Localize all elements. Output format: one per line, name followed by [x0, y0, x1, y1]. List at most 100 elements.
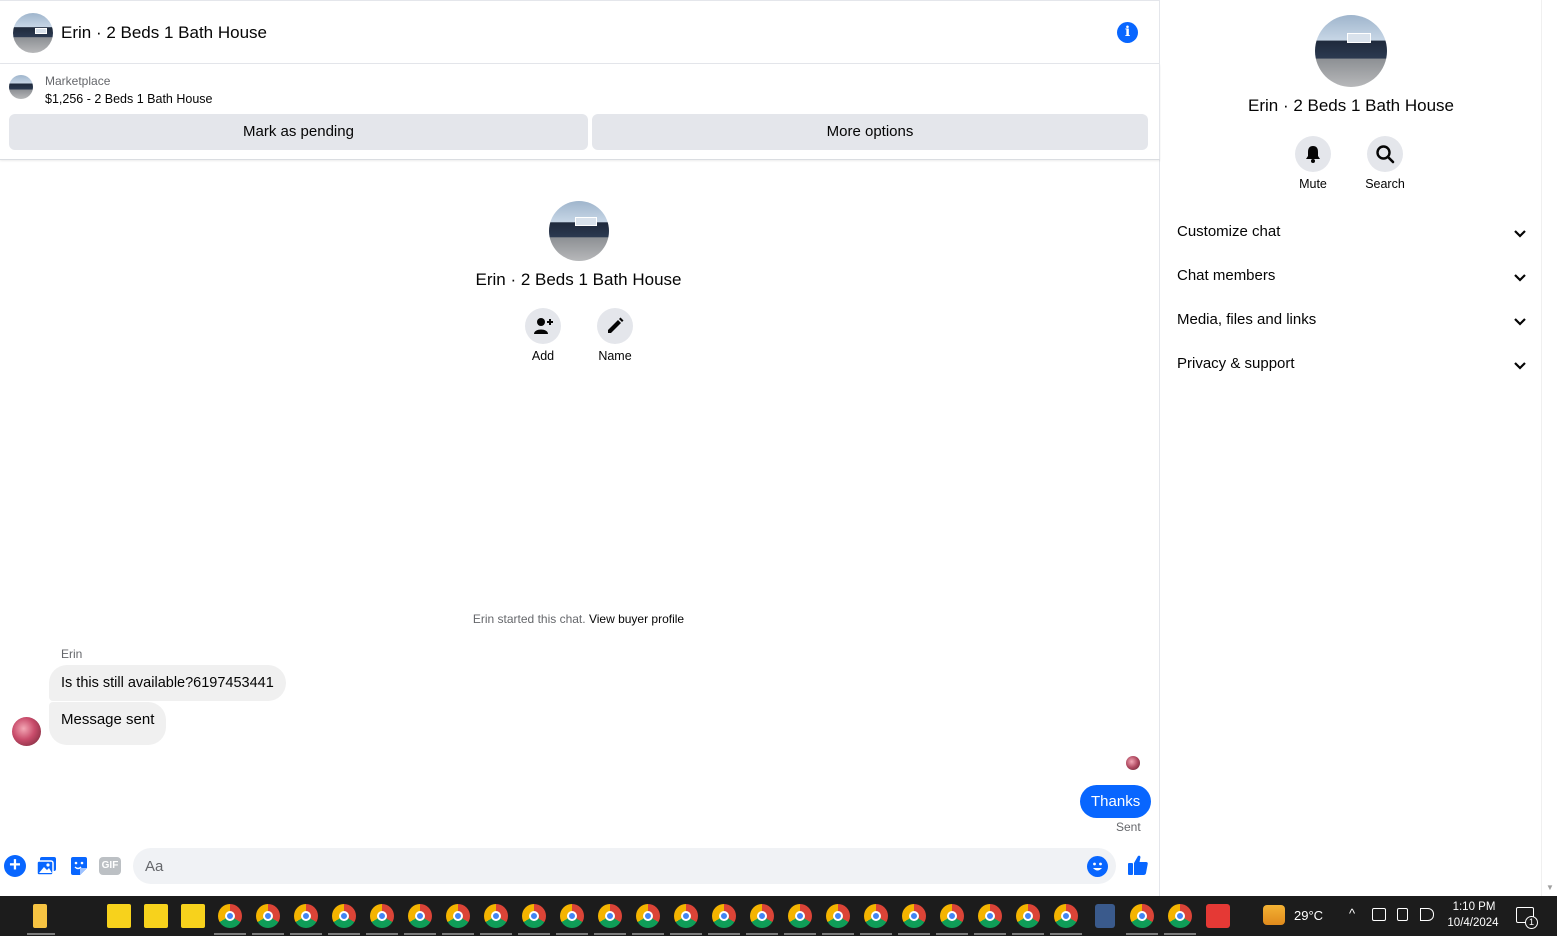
rename-button[interactable] [597, 308, 633, 344]
chrome-window-icon[interactable] [940, 904, 964, 928]
weather-icon[interactable] [1263, 905, 1285, 925]
plus-icon[interactable]: + [4, 855, 26, 877]
sent-status: Sent [1116, 820, 1141, 834]
chrome-window-icon[interactable] [826, 904, 850, 928]
privacy-support-section[interactable]: Privacy & support [1177, 346, 1527, 382]
listing-thumbnail[interactable] [9, 75, 33, 99]
section-label: Media, files and links [1177, 311, 1317, 328]
chrome-window-icon[interactable] [864, 904, 888, 928]
chrome-window-icon[interactable] [522, 904, 546, 928]
open-window-indicator [974, 933, 1006, 935]
emoji-icon[interactable] [1087, 856, 1108, 877]
open-window-indicator [1126, 933, 1158, 935]
scroll-down-arrow-icon[interactable]: ▼ [1546, 883, 1554, 892]
started-text: Erin started this chat. [472, 612, 586, 626]
chrome-window-icon[interactable] [446, 904, 470, 928]
open-window-indicator [252, 933, 284, 935]
sticky-notes-icon[interactable] [144, 904, 168, 928]
search-icon [1376, 145, 1395, 164]
open-window-indicator [1164, 933, 1196, 935]
conversation-title[interactable]: Erin · 2 Beds 1 Bath House [61, 23, 267, 43]
chat-header: Erin · 2 Beds 1 Bath House i [0, 0, 1160, 64]
page-scrollbar[interactable]: ▼ [1541, 0, 1557, 896]
open-window-indicator [822, 933, 854, 935]
mark-as-pending-button[interactable]: Mark as pending [9, 114, 588, 150]
chrome-window-icon[interactable] [1168, 904, 1192, 928]
media-files-links-section[interactable]: Media, files and links [1177, 302, 1527, 338]
chrome-window-icon[interactable] [560, 904, 584, 928]
like-icon[interactable] [1127, 854, 1149, 881]
file-explorer-icon[interactable] [33, 904, 47, 928]
outgoing-message[interactable]: Thanks [1080, 785, 1152, 818]
open-window-indicator [670, 933, 702, 935]
chevron-down-icon [1514, 274, 1526, 282]
active-indicator [27, 933, 55, 935]
sticky-notes-icon[interactable] [181, 904, 205, 928]
tray-overflow-chevron-icon[interactable]: ^ [1349, 906, 1355, 921]
incoming-message[interactable]: Message sent [49, 702, 167, 745]
mute-button[interactable] [1295, 136, 1331, 172]
chrome-window-icon[interactable] [788, 904, 812, 928]
chrome-window-icon[interactable] [1016, 904, 1040, 928]
weather-temperature[interactable]: 29°C [1294, 908, 1323, 923]
chrome-window-icon[interactable] [978, 904, 1002, 928]
customize-chat-section[interactable]: Customize chat [1177, 214, 1527, 250]
sticky-notes-icon[interactable] [107, 904, 131, 928]
battery-icon[interactable] [1397, 908, 1408, 921]
open-window-indicator [898, 933, 930, 935]
details-avatar[interactable] [1315, 15, 1387, 87]
more-options-button[interactable]: More options [592, 114, 1148, 150]
open-window-indicator [366, 933, 398, 935]
chevron-down-icon [1514, 230, 1526, 238]
chrome-window-icon[interactable] [332, 904, 356, 928]
sender-avatar[interactable] [12, 717, 41, 746]
info-icon[interactable]: i [1117, 22, 1138, 43]
name-label: Name [598, 349, 632, 363]
chrome-window-icon[interactable] [636, 904, 660, 928]
view-buyer-profile-link[interactable]: View buyer profile [589, 612, 684, 626]
open-window-indicator [1050, 933, 1082, 935]
chrome-window-icon[interactable] [598, 904, 622, 928]
volume-icon[interactable] [1420, 908, 1434, 921]
chrome-window-icon[interactable] [370, 904, 394, 928]
chrome-window-icon[interactable] [256, 904, 280, 928]
open-window-indicator [708, 933, 740, 935]
chrome-window-icon[interactable] [902, 904, 926, 928]
clock-date[interactable]: 10/4/2024 [1443, 917, 1503, 929]
bell-icon [1306, 146, 1320, 163]
open-window-indicator [214, 933, 246, 935]
thread-avatar[interactable] [549, 201, 609, 261]
message-input[interactable] [133, 848, 1116, 884]
notification-count-badge: 1 [1525, 916, 1538, 929]
listing-title[interactable]: $1,256 - 2 Beds 1 Bath House [45, 92, 212, 106]
chrome-window-icon[interactable] [218, 904, 242, 928]
app-icon[interactable] [1095, 904, 1115, 928]
app-icon[interactable] [1206, 904, 1230, 928]
windows-taskbar: 29°C ^ 1:10 PM 10/4/2024 1 [0, 896, 1557, 936]
chevron-down-icon [1514, 362, 1526, 370]
chrome-window-icon[interactable] [750, 904, 774, 928]
chrome-window-icon[interactable] [1130, 904, 1154, 928]
chrome-window-icon[interactable] [484, 904, 508, 928]
chat-members-section[interactable]: Chat members [1177, 258, 1527, 294]
chrome-window-icon[interactable] [1054, 904, 1078, 928]
chrome-window-icon[interactable] [408, 904, 432, 928]
message-composer: + GIF [0, 846, 1160, 886]
seen-indicator-avatar [1126, 756, 1140, 770]
incoming-message[interactable]: Is this still available?6197453441 [49, 665, 286, 701]
chrome-window-icon[interactable] [294, 904, 318, 928]
sticker-icon[interactable] [68, 855, 90, 877]
clock-time[interactable]: 1:10 PM [1448, 901, 1500, 913]
section-label: Privacy & support [1177, 355, 1295, 372]
chrome-window-icon[interactable] [674, 904, 698, 928]
network-icon[interactable] [1372, 908, 1386, 921]
listing-source: Marketplace [45, 74, 111, 88]
search-button[interactable] [1367, 136, 1403, 172]
open-window-indicator [860, 933, 892, 935]
gif-icon[interactable]: GIF [99, 857, 121, 875]
open-window-indicator [1012, 933, 1044, 935]
conversation-avatar[interactable] [13, 13, 53, 53]
add-people-button[interactable] [525, 308, 561, 344]
chrome-window-icon[interactable] [712, 904, 736, 928]
photo-icon[interactable] [36, 855, 58, 877]
